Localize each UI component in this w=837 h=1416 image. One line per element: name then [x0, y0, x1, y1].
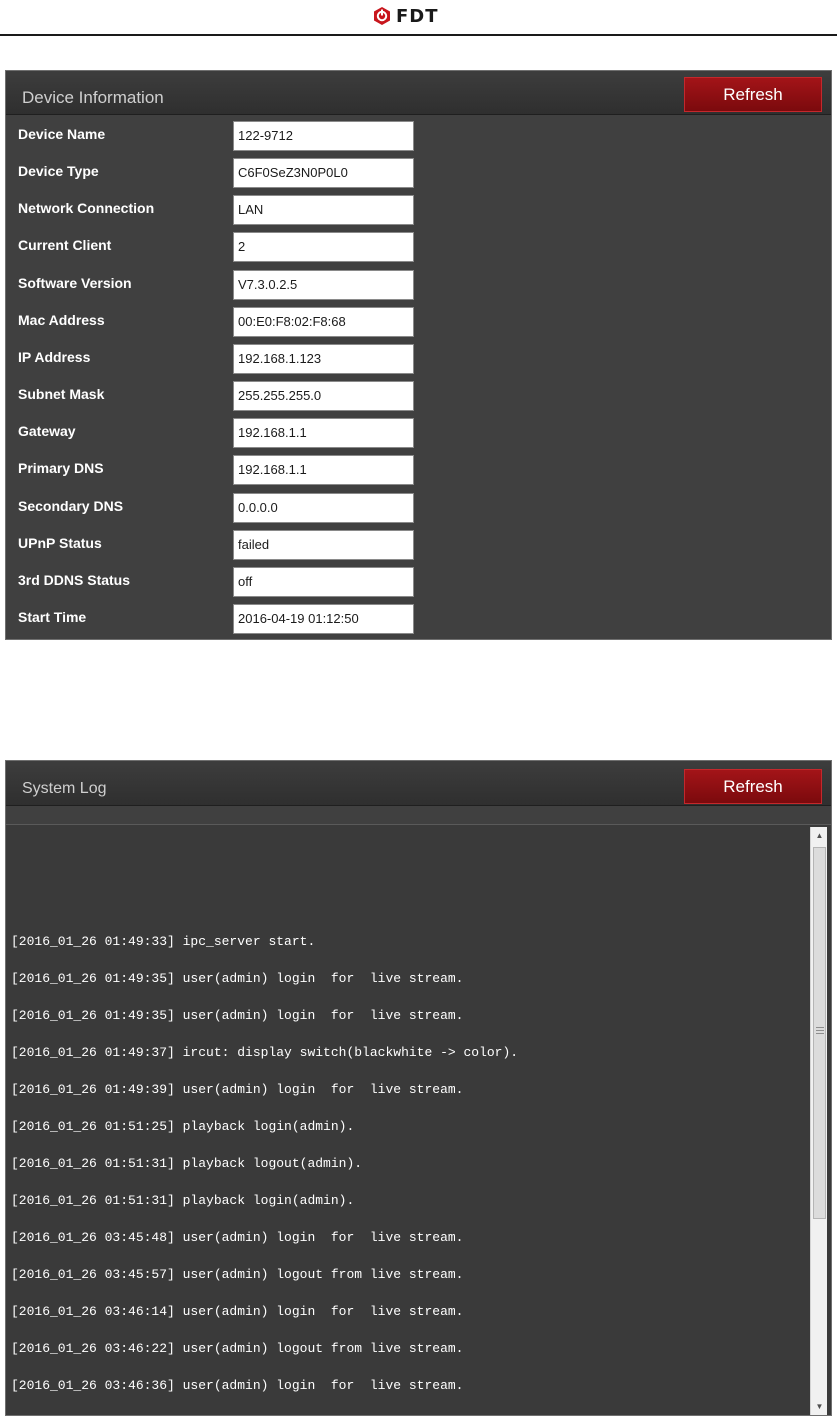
log-refresh-button[interactable]: Refresh — [684, 769, 822, 804]
log-line: [2016_01_26 03:46:36] user(admin) login … — [11, 1378, 464, 1393]
log-line: [2016_01_26 01:49:33] ipc_server start. — [11, 934, 316, 949]
info-label: Device Name — [18, 126, 106, 142]
info-value-field: LAN — [233, 195, 414, 226]
info-value-field: 192.168.1.1 — [233, 418, 414, 449]
log-line: [2016_01_26 03:45:57] user(admin) logout… — [11, 1267, 464, 1282]
system-log-title: System Log — [22, 780, 107, 797]
log-line: [2016_01_26 01:51:31] playback logout(ad… — [11, 1156, 363, 1171]
page-header: FDT — [0, 0, 837, 36]
device-info-row: Network Connection LAN — [6, 191, 831, 228]
device-information-panel: Device Information Refresh Device Name 12… — [5, 70, 832, 640]
info-label: Software Version — [18, 274, 132, 291]
info-label: IP Address — [18, 348, 91, 365]
info-value-field: V7.3.0.2.5 — [233, 269, 414, 300]
log-line: [2016_01_26 03:46:22] user(admin) logout… — [11, 1341, 464, 1356]
device-info-row: Device Type C6F0SeZ3N0P0L0 — [6, 154, 831, 191]
device-information-title: Device Information — [22, 88, 164, 107]
scroll-up-arrow-icon[interactable]: ▲ — [811, 827, 828, 844]
info-value-field: 00:E0:F8:02:F8:68 — [233, 306, 414, 337]
log-line: [2016_01_26 01:51:25] playback login(adm… — [11, 1119, 355, 1134]
info-label: Network Connection — [18, 200, 155, 217]
thumb-grip-line — [816, 1033, 824, 1034]
device-info-row: Subnet Mask 255.255.255.0 — [6, 377, 831, 414]
info-label: Mac Address — [18, 311, 105, 328]
header-divider — [0, 34, 837, 36]
log-line: [2016_01_26 01:49:35] user(admin) login … — [11, 1008, 464, 1023]
info-value-field: 122-9712 — [233, 121, 414, 151]
info-label: Device Type — [18, 163, 99, 180]
info-value-field: C6F0SeZ3N0P0L0 — [233, 158, 414, 189]
thumb-grip-line — [816, 1027, 824, 1028]
device-info-row: Software Version V7.3.0.2.5 — [6, 266, 831, 303]
info-label: 3rd DDNS Status — [18, 571, 131, 588]
device-info-row: Current Client 2 — [6, 228, 831, 265]
system-log-titlebar: System Log Refresh — [6, 761, 831, 806]
device-info-row: 3rd DDNS Status off — [6, 563, 831, 600]
info-label: Current Client — [18, 237, 112, 254]
info-value-field: 192.168.1.123 — [233, 343, 414, 374]
info-value-field: 0.0.0.0 — [233, 492, 414, 523]
info-value-field: 2016-04-19 01:12:50 — [233, 603, 414, 634]
info-label: Start Time — [18, 608, 87, 625]
device-info-row: IP Address 192.168.1.123 — [6, 340, 831, 377]
info-label: Gateway — [18, 423, 76, 440]
device-info-row: Gateway 192.168.1.1 — [6, 414, 831, 451]
device-info-row: Primary DNS 192.168.1.1 — [6, 451, 831, 488]
log-scrollbar[interactable]: ▲ ▼ — [810, 827, 827, 1415]
log-line: [2016_01_26 01:51:31] playback login(adm… — [11, 1193, 355, 1208]
logo-text: FDT — [396, 5, 439, 27]
device-info-row: Device Name 122-9712 — [6, 117, 831, 154]
log-line: [2016_01_26 01:49:35] user(admin) login … — [11, 971, 464, 986]
fdt-logo-icon — [374, 7, 390, 25]
info-value-field: failed — [233, 529, 414, 560]
fdt-logo: FDT — [372, 4, 439, 28]
system-log-area[interactable]: [2016_01_26 01:49:33] ipc_server start. [… — [6, 824, 831, 1415]
system-log-panel: System Log Refresh [2016_01_26 01:49:33]… — [5, 760, 832, 1416]
log-line: [2016_01_26 03:46:14] user(admin) login … — [11, 1304, 464, 1319]
log-line: [2016_01_26 01:49:39] user(admin) login … — [11, 1082, 464, 1097]
device-info-row: Mac Address 00:E0:F8:02:F8:68 — [6, 303, 831, 340]
info-label: Primary DNS — [18, 460, 104, 477]
device-info-row: Secondary DNS 0.0.0.0 — [6, 489, 831, 526]
info-value-field: 2 — [233, 232, 414, 263]
info-label: Subnet Mask — [18, 386, 105, 403]
scroll-down-arrow-icon[interactable]: ▼ — [811, 1398, 828, 1415]
info-value-field: 255.255.255.0 — [233, 381, 414, 412]
device-info-row: Start Time 2016-04-19 01:12:50 — [6, 600, 831, 637]
info-label: UPnP Status — [18, 534, 102, 551]
info-value-field: off — [233, 566, 414, 597]
log-line: [2016_01_26 01:49:37] ircut: display swi… — [11, 1045, 519, 1060]
log-line: [2016_01_26 03:45:48] user(admin) login … — [11, 1230, 464, 1245]
info-value-field: 192.168.1.1 — [233, 455, 414, 486]
device-info-row: UPnP Status failed — [6, 526, 831, 563]
scroll-thumb[interactable] — [813, 847, 826, 1219]
device-information-titlebar: Device Information Refresh — [6, 71, 831, 115]
device-refresh-button[interactable]: Refresh — [684, 77, 822, 112]
thumb-grip-line — [816, 1030, 824, 1031]
info-label: Secondary DNS — [18, 497, 124, 514]
